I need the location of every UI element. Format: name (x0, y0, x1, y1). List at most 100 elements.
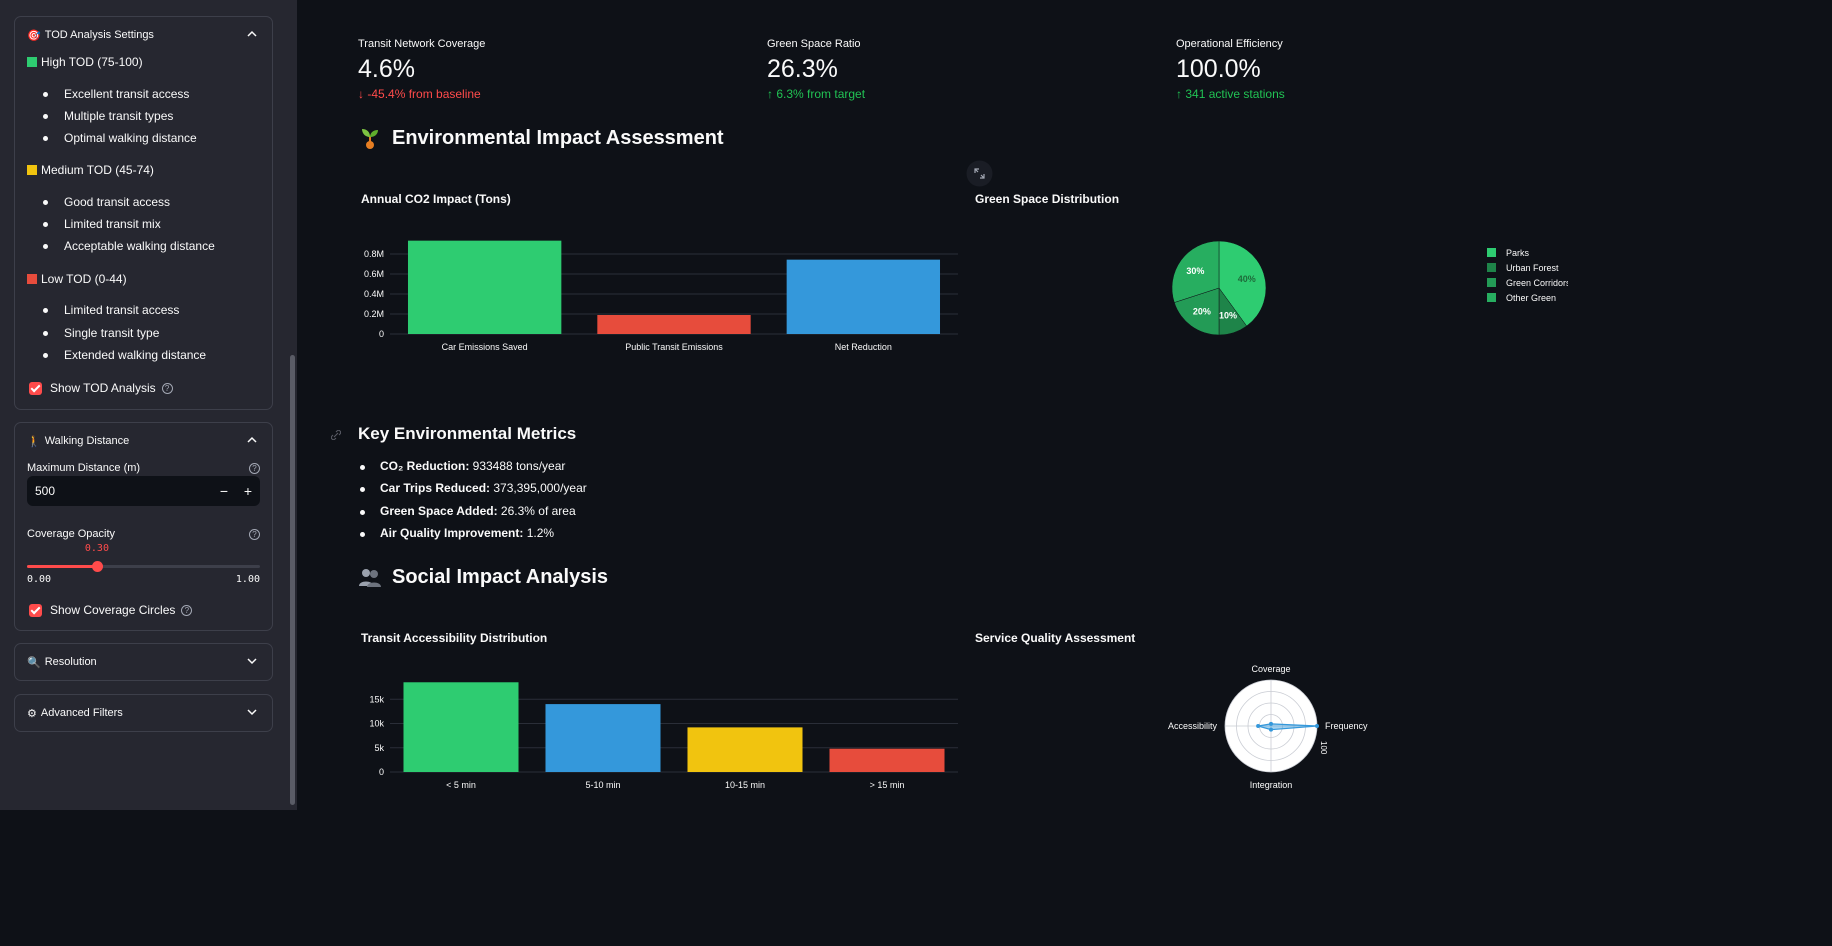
resolution-header[interactable]: 🔍 Resolution (27, 644, 260, 680)
max-distance-label: Maximum Distance (m) (27, 462, 141, 474)
radar-point (1256, 724, 1261, 728)
list-item: Acceptable walking distance (27, 239, 215, 253)
key-metrics-list: CO₂ Reduction: 933488 tons/year Car Trip… (358, 459, 587, 548)
y-tick-label: 10k (369, 719, 384, 729)
chevron-down-icon[interactable] (246, 706, 258, 718)
radar-axis-label: Frequency (1325, 721, 1368, 731)
increment-button[interactable]: + (236, 483, 260, 499)
green-space-chart-title: Green Space Distribution (975, 192, 1120, 206)
legend-swatch (1487, 248, 1496, 257)
walking-person-icon: 🚶 (27, 435, 41, 448)
help-icon[interactable]: ? (181, 604, 193, 616)
metric-delta: ↓ -45.4% from baseline (358, 87, 481, 101)
resolution-title: Resolution (44, 656, 97, 668)
legend-low-tod: Low TOD (0-44) (27, 272, 127, 286)
bar (403, 682, 519, 772)
y-tick-label: 0 (379, 767, 384, 777)
bar (829, 748, 945, 772)
help-icon[interactable]: ? (249, 463, 260, 474)
service-quality-radar-chart: Coverage Frequency Integration Accessibilit… (1168, 664, 1368, 790)
env-impact-heading: Environmental Impact Assessment (358, 126, 724, 150)
bar (687, 727, 803, 772)
list-item: Optimal walking distance (27, 131, 197, 145)
x-tick-label: 10-15 min (725, 780, 765, 790)
opacity-slider[interactable] (27, 561, 260, 572)
list-item: Extended walking distance (27, 348, 206, 362)
list-item: Green Space Added: 26.3% of area (358, 504, 587, 526)
legend-high-tod: High TOD (75-100) (27, 55, 143, 69)
social-impact-heading-text: Social Impact Analysis (392, 565, 609, 588)
y-tick-label: 5k (374, 743, 384, 753)
x-tick-label: Net Reduction (835, 342, 892, 352)
accessibility-bar-chart: 0 5k 10k 15k < 5 min 5-10 min 10-15 min > 15 mi… (369, 682, 958, 790)
show-coverage-circles-checkbox[interactable]: Show Coverage Circles ? (29, 603, 193, 617)
checkbox-checked-icon[interactable] (29, 381, 42, 395)
arrow-up-icon: ↑ (767, 87, 773, 101)
metric-operational-efficiency: Operational Efficiency 100.0% ↑ 341 acti… (1176, 38, 1285, 101)
tod-settings-panel: 🎯 TOD Analysis Settings High TOD (75-100… (14, 16, 273, 410)
pie-value-label: 10% (1219, 311, 1237, 321)
max-distance-input[interactable]: 500 − + (27, 476, 260, 506)
legend-label: Urban Forest (1506, 263, 1559, 273)
help-icon[interactable]: ? (249, 529, 260, 540)
accessibility-chart-title: Transit Accessibility Distribution (361, 631, 548, 645)
radar-axis-label: Integration (1250, 780, 1293, 790)
radar-point (1315, 724, 1319, 728)
x-tick-label: < 5 min (446, 780, 476, 790)
radar-point (1269, 727, 1273, 732)
medium-tod-swatch (27, 165, 37, 175)
y-tick-label: 0.6M (364, 269, 384, 279)
chevron-up-icon[interactable] (246, 434, 258, 446)
x-tick-label: Public Transit Emissions (625, 342, 723, 352)
sidebar-scrollbar[interactable] (290, 355, 295, 805)
env-impact-heading-text: Environmental Impact Assessment (392, 126, 724, 149)
chevron-up-icon[interactable] (246, 28, 258, 40)
metric-delta: ↑ 6.3% from target (767, 87, 866, 101)
resolution-panel[interactable]: 🔍 Resolution (14, 643, 273, 681)
metric-delta: ↑ 341 active stations (1176, 87, 1285, 101)
show-coverage-circles-label: Show Coverage Circles (50, 603, 176, 617)
list-item: Car Trips Reduced: 373,395,000/year (358, 481, 587, 503)
opacity-min-label: 0.00 (27, 574, 52, 585)
opacity-slider-thumb[interactable] (91, 561, 103, 572)
y-tick-label: 0 (379, 329, 384, 339)
radar-axis-label: Coverage (1251, 664, 1290, 674)
tod-settings-title: TOD Analysis Settings (44, 29, 154, 41)
legend-swatch (1487, 278, 1496, 287)
chevron-down-icon[interactable] (246, 655, 258, 667)
metric-label: Operational Efficiency (1176, 38, 1283, 50)
legend-label: Parks (1506, 248, 1530, 258)
legend-swatch (1487, 293, 1496, 302)
x-tick-label: 5-10 min (585, 780, 620, 790)
low-tod-label: Low TOD (0-44) (41, 272, 127, 286)
max-distance-value[interactable]: 500 (35, 484, 212, 498)
y-tick-label: 0.2M (364, 309, 384, 319)
gear-icon: ⚙ (27, 707, 37, 720)
link-icon[interactable] (331, 430, 341, 440)
list-item: Single transit type (27, 326, 159, 340)
service-quality-chart-title: Service Quality Assessment (975, 631, 1136, 645)
social-impact-heading: Social Impact Analysis (358, 565, 608, 589)
opacity-slider-value: 0.30 (84, 543, 109, 554)
green-space-legend: Parks Urban Forest Green Corridors Other Gr… (1487, 248, 1568, 303)
coverage-opacity-label: Coverage Opacity (27, 528, 116, 540)
advanced-filters-header[interactable]: ⚙ Advanced Filters (27, 695, 260, 731)
legend-medium-tod: Medium TOD (45-74) (27, 163, 154, 177)
show-tod-analysis-checkbox[interactable]: Show TOD Analysis ? (29, 381, 173, 395)
green-space-pie-chart: 40% 10% 20% 30% (1171, 240, 1267, 336)
walking-distance-header[interactable]: 🚶 Walking Distance (27, 423, 260, 459)
checkbox-checked-icon[interactable] (29, 603, 42, 617)
decrement-button[interactable]: − (212, 483, 236, 499)
help-icon[interactable]: ? (161, 382, 173, 394)
low-tod-swatch (27, 274, 37, 284)
radar-axis-label: Accessibility (1168, 721, 1218, 731)
advanced-filters-panel[interactable]: ⚙ Advanced Filters (14, 694, 273, 732)
pie-value-label: 20% (1193, 307, 1211, 317)
bar (597, 315, 751, 334)
list-item: Limited transit mix (27, 217, 161, 231)
pie-value-label: 30% (1186, 266, 1204, 276)
opacity-max-label: 1.00 (235, 574, 260, 585)
list-item: Good transit access (27, 195, 170, 209)
fullscreen-icon[interactable] (966, 160, 993, 187)
tod-settings-header[interactable]: 🎯 TOD Analysis Settings (27, 17, 260, 53)
